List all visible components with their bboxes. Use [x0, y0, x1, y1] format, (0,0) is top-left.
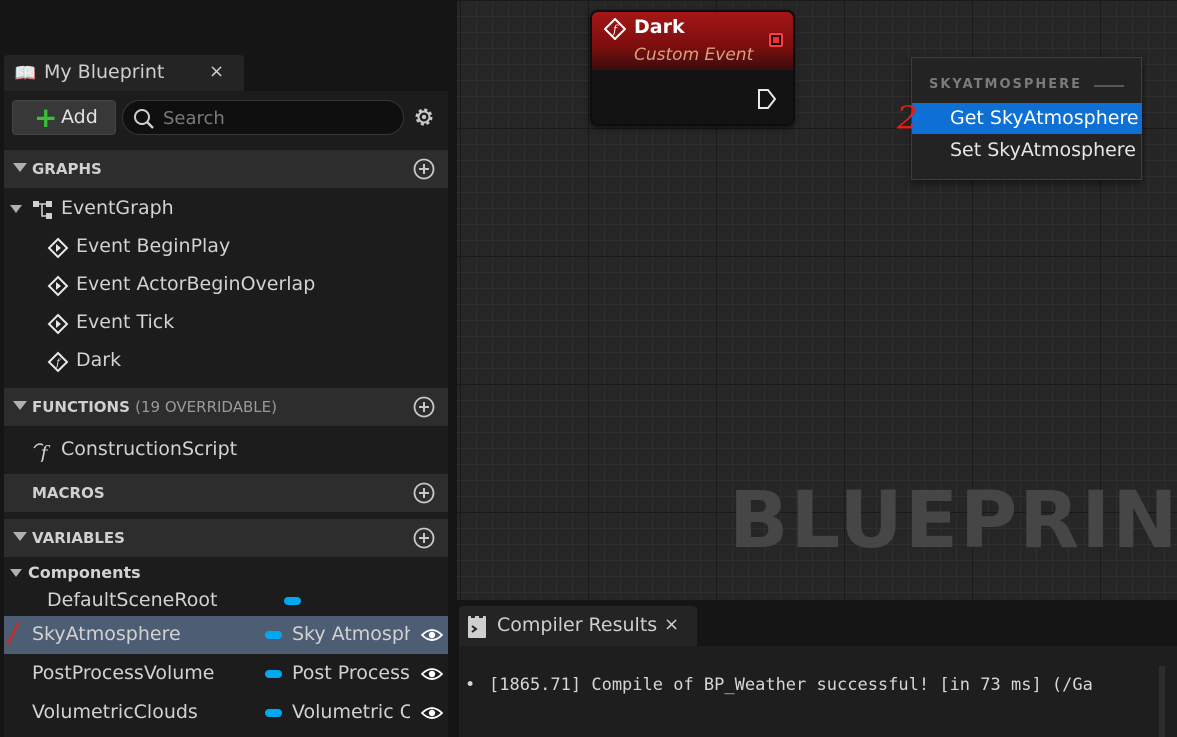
component-type-pill-icon — [265, 631, 282, 639]
add-circle-icon[interactable] — [413, 158, 435, 180]
section-title: FUNCTIONS (19 OVERRIDABLE) — [32, 398, 277, 416]
variable-name: DefaultSceneRoot — [47, 589, 218, 611]
tab-label: My Blueprint — [44, 61, 165, 83]
close-icon[interactable]: × — [209, 61, 224, 82]
node-header: f Dark Custom Event — [592, 12, 793, 70]
search-icon — [134, 109, 154, 129]
book-icon: 📖 — [14, 63, 37, 84]
my-blueprint-panel: 📖 My Blueprint × + Add GRAPHS — [0, 0, 457, 737]
variable-type: Sky Atmosph — [292, 623, 410, 645]
component-type-pill-icon — [265, 670, 282, 678]
bullet-icon: • — [465, 675, 476, 695]
context-menu-heading: SKYATMOSPHERE — [929, 77, 1083, 92]
variable-row-skyatmosphere[interactable]: / SkyAtmosphere Sky Atmosph — [4, 616, 448, 654]
section-title: VARIABLES — [32, 529, 125, 547]
menu-item-get-skyatmosphere[interactable]: Get SkyAtmosphere — [912, 103, 1142, 134]
variable-type: Volumetric Cl — [292, 701, 410, 723]
section-title: MACROS — [32, 484, 105, 502]
expand-triangle-icon[interactable] — [10, 569, 22, 577]
tree-item-constructionscript[interactable]: f ConstructionScript — [4, 431, 448, 469]
add-button[interactable]: + Add — [12, 100, 116, 135]
graph-canvas[interactable]: BLUEPRINT f Dark Custom Event SKYATMOSPH… — [457, 0, 1177, 600]
event-icon — [47, 275, 69, 297]
tab-compiler-results[interactable]: Compiler Results × — [459, 606, 697, 646]
tree-item-label: ConstructionScript — [61, 438, 238, 460]
add-circle-icon[interactable] — [413, 527, 435, 549]
tree-item-label: Event ActorBeginOverlap — [76, 273, 316, 295]
collapse-triangle-icon[interactable] — [13, 532, 27, 541]
variable-row-postprocessvolume[interactable]: PostProcessVolume Post Process — [4, 655, 448, 693]
annotation-mark-2: 2 — [897, 99, 918, 137]
variable-row-volumetricclouds[interactable]: VolumetricClouds Volumetric Cl — [4, 694, 448, 732]
collapse-triangle-icon[interactable] — [13, 401, 27, 410]
svg-text:f: f — [38, 442, 50, 462]
log-message[interactable]: • [1865.71] Compile of BP_Weather succes… — [465, 675, 1093, 695]
compiler-results-panel: Compiler Results × • [1865.71] Compile o… — [457, 600, 1177, 737]
section-functions[interactable]: FUNCTIONS (19 OVERRIDABLE) — [4, 388, 448, 426]
event-icon — [47, 313, 69, 335]
variable-name: SkyAtmosphere — [32, 623, 181, 645]
tree-item-label: Dark — [76, 349, 122, 371]
tree-item-label: Event Tick — [76, 311, 175, 333]
annotation-mark-1: / — [8, 617, 18, 650]
collapse-triangle-icon[interactable] — [13, 163, 27, 172]
section-macros[interactable]: MACROS — [4, 474, 448, 512]
overridable-count: (19 OVERRIDABLE) — [135, 398, 277, 416]
component-type-pill-icon — [284, 597, 301, 605]
menu-item-set-skyatmosphere[interactable]: Set SkyAtmosphere — [912, 135, 1142, 166]
eye-icon[interactable] — [421, 704, 443, 722]
tree-item-label: EventGraph — [61, 197, 174, 219]
function-icon: f — [33, 442, 50, 462]
close-icon[interactable]: × — [664, 614, 679, 635]
functions-title: FUNCTIONS — [32, 398, 130, 416]
tree-item-eventgraph[interactable]: EventGraph — [4, 190, 448, 228]
console-icon — [468, 615, 486, 638]
expand-triangle-icon[interactable] — [10, 205, 22, 213]
svg-text:f: f — [612, 23, 619, 36]
exec-output-pin-icon[interactable] — [757, 88, 777, 110]
custom-event-icon: f — [604, 18, 626, 40]
gear-icon[interactable] — [412, 105, 436, 129]
tree-item-event-tick[interactable]: Event Tick — [4, 304, 448, 342]
tab-label: Compiler Results — [497, 614, 658, 636]
tab-my-blueprint[interactable]: 📖 My Blueprint × — [4, 55, 244, 91]
custom-event-node-dark[interactable]: f Dark Custom Event — [590, 10, 795, 126]
heading-divider — [1094, 85, 1124, 87]
eye-icon[interactable] — [421, 626, 443, 644]
node-title: Dark — [634, 16, 685, 38]
log-message-text: [1865.71] Compile of BP_Weather successf… — [489, 675, 1093, 695]
search-box[interactable] — [122, 100, 404, 135]
tree-item-event-actorbeginoverlap[interactable]: Event ActorBeginOverlap — [4, 266, 448, 304]
tree-item-dark[interactable]: f Dark — [4, 342, 448, 380]
section-graphs[interactable]: GRAPHS — [4, 150, 448, 188]
blueprint-watermark: BLUEPRINT — [729, 476, 1177, 566]
component-type-pill-icon — [265, 709, 282, 717]
tree-item-event-beginplay[interactable]: Event BeginPlay — [4, 228, 448, 266]
section-variables[interactable]: VARIABLES — [4, 519, 448, 557]
log-scrollbar[interactable] — [1159, 666, 1165, 737]
delegate-output-pin[interactable] — [769, 33, 783, 47]
eye-icon[interactable] — [421, 665, 443, 683]
compiler-log: • [1865.71] Compile of BP_Weather succes… — [459, 646, 1177, 737]
add-circle-icon[interactable] — [413, 482, 435, 504]
context-menu-skyatmosphere: SKYATMOSPHERE Get SkyAtmosphere Set SkyA… — [911, 57, 1142, 180]
add-circle-icon[interactable] — [413, 396, 435, 418]
custom-event-icon: f — [47, 351, 69, 373]
graph-icon — [33, 201, 52, 219]
add-button-label: Add — [61, 106, 98, 128]
node-subtitle: Custom Event — [634, 45, 754, 65]
variable-type: Post Process — [292, 662, 410, 684]
section-title: GRAPHS — [32, 160, 102, 178]
category-label: Components — [28, 563, 141, 582]
tree-item-label: Event BeginPlay — [76, 235, 231, 257]
search-input[interactable] — [163, 105, 393, 131]
plus-icon: + — [34, 101, 58, 134]
variable-name: VolumetricClouds — [32, 701, 198, 723]
variable-name: PostProcessVolume — [32, 662, 215, 684]
variable-row-defaultsceneroot[interactable]: DefaultSceneRoot — [4, 582, 448, 620]
event-icon — [47, 237, 69, 259]
panel-body: + Add GRAPHS — [4, 91, 448, 737]
